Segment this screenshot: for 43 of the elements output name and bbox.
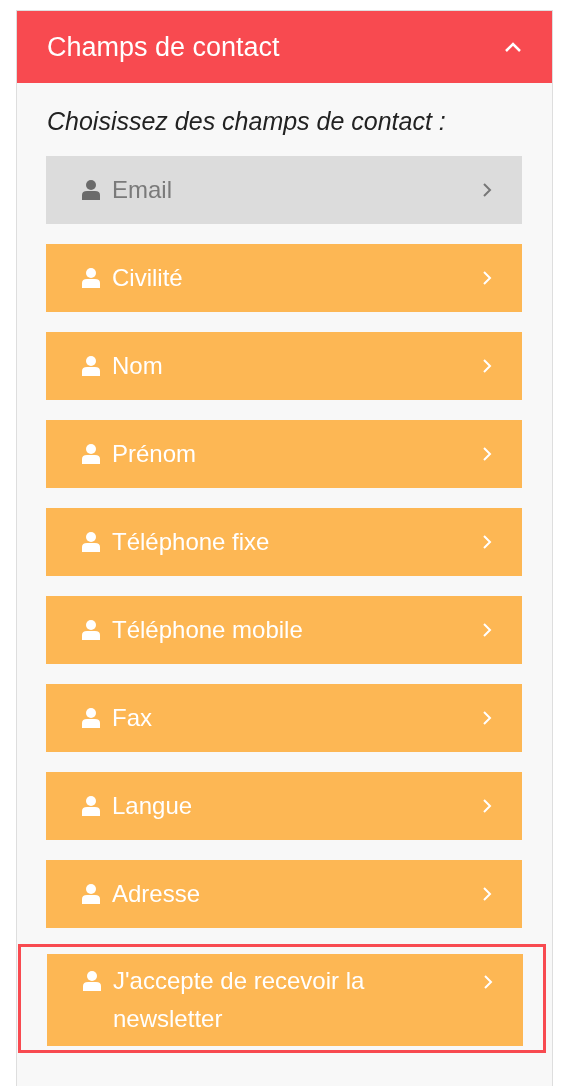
person-icon bbox=[82, 620, 100, 640]
chevron-right-icon bbox=[482, 798, 492, 814]
field-label: Téléphone mobile bbox=[112, 615, 303, 645]
chevron-right-icon bbox=[482, 270, 492, 286]
field-label: Prénom bbox=[112, 439, 197, 469]
chevron-right-icon bbox=[482, 182, 492, 198]
panel-header[interactable]: Champs de contact bbox=[17, 11, 552, 83]
field-label: Email bbox=[112, 175, 172, 205]
contact-field-item[interactable]: Nom bbox=[46, 332, 522, 400]
person-icon bbox=[82, 444, 100, 464]
person-icon bbox=[82, 884, 100, 904]
person-icon bbox=[82, 356, 100, 376]
person-icon bbox=[82, 708, 100, 728]
person-icon bbox=[82, 796, 100, 816]
person-icon bbox=[82, 532, 100, 552]
person-icon bbox=[82, 180, 100, 200]
contact-field-item[interactable]: J'accepte de recevoir la newsletter bbox=[47, 954, 523, 1046]
chevron-right-icon bbox=[482, 710, 492, 726]
contact-field-item[interactable]: Téléphone mobile bbox=[46, 596, 522, 664]
chevron-right-icon bbox=[482, 622, 492, 638]
field-label: Fax bbox=[112, 703, 152, 733]
contact-field-item[interactable]: Fax bbox=[46, 684, 522, 752]
chevron-icon[interactable] bbox=[504, 41, 522, 53]
contact-field-item[interactable]: Prénom bbox=[46, 420, 522, 488]
person-icon bbox=[83, 971, 101, 991]
person-icon bbox=[82, 268, 100, 288]
chevron-right-icon bbox=[482, 534, 492, 550]
field-label: Langue bbox=[112, 791, 193, 821]
field-label: Adresse bbox=[112, 879, 201, 909]
contact-field-item[interactable]: Téléphone fixe bbox=[46, 508, 522, 576]
chevron-right-icon bbox=[483, 974, 493, 990]
contact-field-item[interactable]: Civilité bbox=[46, 244, 522, 312]
panel-title: Champs de contact bbox=[47, 31, 280, 63]
chevron-right-icon bbox=[482, 358, 492, 374]
field-label: Nom bbox=[112, 351, 163, 381]
chevron-right-icon bbox=[482, 446, 492, 462]
chevron-right-icon bbox=[482, 886, 492, 902]
field-label: Téléphone fixe bbox=[112, 527, 270, 557]
field-label: J'accepte de recevoir la newsletter bbox=[113, 966, 366, 1034]
contact-field-item[interactable]: Langue bbox=[46, 772, 522, 840]
contact-field-item[interactable]: Adresse bbox=[46, 860, 522, 928]
field-label: Civilité bbox=[112, 263, 183, 293]
prompt-text: Choisissez des champs de contact : bbox=[47, 107, 446, 136]
